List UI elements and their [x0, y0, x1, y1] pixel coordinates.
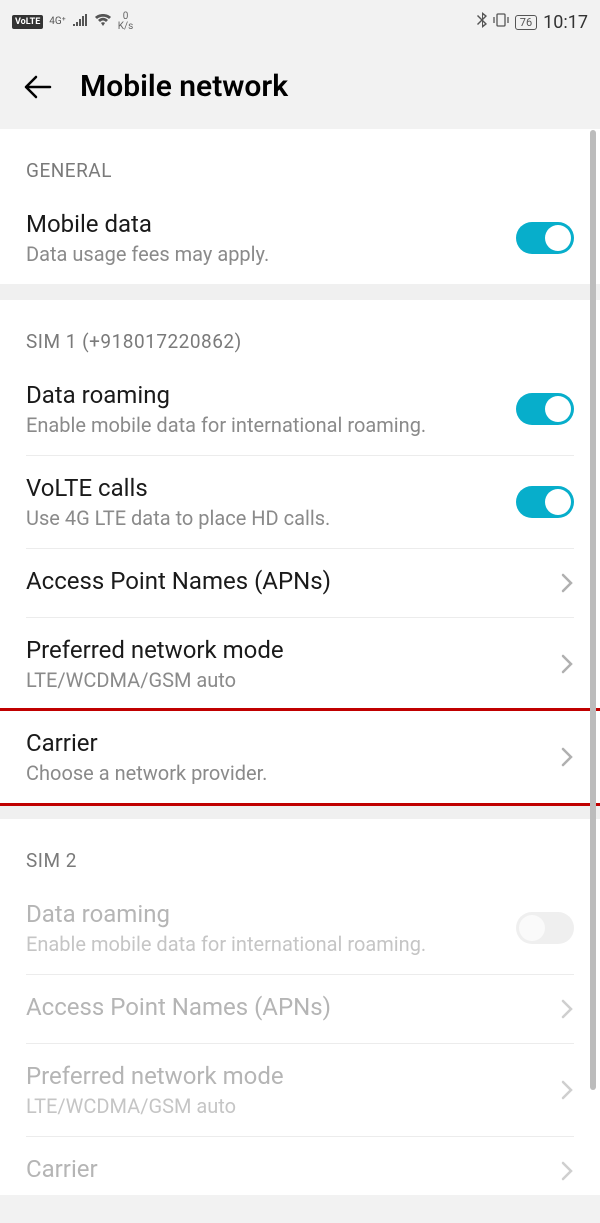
- sim2-carrier-title: Carrier: [26, 1155, 548, 1183]
- mobile-data-item[interactable]: Mobile data Data usage fees may apply.: [0, 192, 600, 284]
- sim2-pref-item: Preferred network mode LTE/WCDMA/GSM aut…: [0, 1044, 600, 1136]
- sim2-pref-sub: LTE/WCDMA/GSM auto: [26, 1094, 548, 1118]
- sim2-apn-item: Access Point Names (APNs): [0, 975, 600, 1043]
- clock: 10:17: [543, 12, 588, 33]
- mobile-data-title: Mobile data: [26, 210, 516, 238]
- sim2-pref-title: Preferred network mode: [26, 1062, 548, 1090]
- volte-badge: VoLTE: [12, 15, 43, 29]
- signal-icon: [72, 14, 88, 30]
- statusbar: VoLTE 4G⁺ 0 K/s 76 10:17: [0, 0, 600, 44]
- sim1-apn-title: Access Point Names (APNs): [26, 567, 548, 595]
- sim1-volte-item[interactable]: VoLTE calls Use 4G LTE data to place HD …: [0, 456, 600, 548]
- section-header-sim1: SIM 1 (+918017220862): [0, 300, 600, 363]
- sim2-roaming-item: Data roaming Enable mobile data for inte…: [0, 882, 600, 974]
- sim1-volte-title: VoLTE calls: [26, 474, 516, 502]
- chevron-right-icon: [560, 652, 574, 676]
- sim2-roaming-sub: Enable mobile data for international roa…: [26, 932, 516, 956]
- wifi-icon: [94, 13, 112, 31]
- sim1-carrier-sub: Choose a network provider.: [26, 761, 548, 785]
- battery-indicator: 76: [515, 15, 537, 30]
- sim1-apn-item[interactable]: Access Point Names (APNs): [0, 549, 600, 617]
- scrollbar[interactable]: [590, 130, 596, 1090]
- sim1-pref-item[interactable]: Preferred network mode LTE/WCDMA/GSM aut…: [0, 618, 600, 710]
- sim2-carrier-item: Carrier: [0, 1137, 600, 1195]
- chevron-right-icon: [560, 1078, 574, 1102]
- back-button[interactable]: [20, 69, 56, 105]
- sim1-volte-toggle[interactable]: [516, 486, 574, 518]
- sim1-carrier-item[interactable]: Carrier Choose a network provider.: [0, 711, 600, 803]
- sim1-roaming-title: Data roaming: [26, 381, 516, 409]
- page-title: Mobile network: [80, 69, 288, 104]
- section-header-general: GENERAL: [0, 129, 600, 192]
- chevron-right-icon: [560, 745, 574, 769]
- sim2-roaming-toggle: [516, 912, 574, 944]
- sim1-roaming-sub: Enable mobile data for international roa…: [26, 413, 516, 437]
- vibrate-icon: [493, 13, 509, 31]
- sim2-apn-title: Access Point Names (APNs): [26, 993, 548, 1021]
- mobile-data-toggle[interactable]: [516, 222, 574, 254]
- sim1-pref-sub: LTE/WCDMA/GSM auto: [26, 668, 548, 692]
- sim1-pref-title: Preferred network mode: [26, 636, 548, 664]
- sim1-roaming-item[interactable]: Data roaming Enable mobile data for inte…: [0, 363, 600, 455]
- sim2-roaming-title: Data roaming: [26, 900, 516, 928]
- sim1-volte-sub: Use 4G LTE data to place HD calls.: [26, 506, 516, 530]
- sim1-carrier-title: Carrier: [26, 729, 548, 757]
- speed-indicator: 0 K/s: [118, 12, 134, 32]
- sim1-roaming-toggle[interactable]: [516, 393, 574, 425]
- chevron-right-icon: [560, 1159, 574, 1183]
- network-type: 4G⁺: [49, 17, 65, 27]
- section-header-sim2: SIM 2: [0, 819, 600, 882]
- header: Mobile network: [0, 44, 600, 129]
- bluetooth-icon: [477, 12, 487, 32]
- mobile-data-sub: Data usage fees may apply.: [26, 242, 516, 266]
- chevron-right-icon: [560, 997, 574, 1021]
- chevron-right-icon: [560, 571, 574, 595]
